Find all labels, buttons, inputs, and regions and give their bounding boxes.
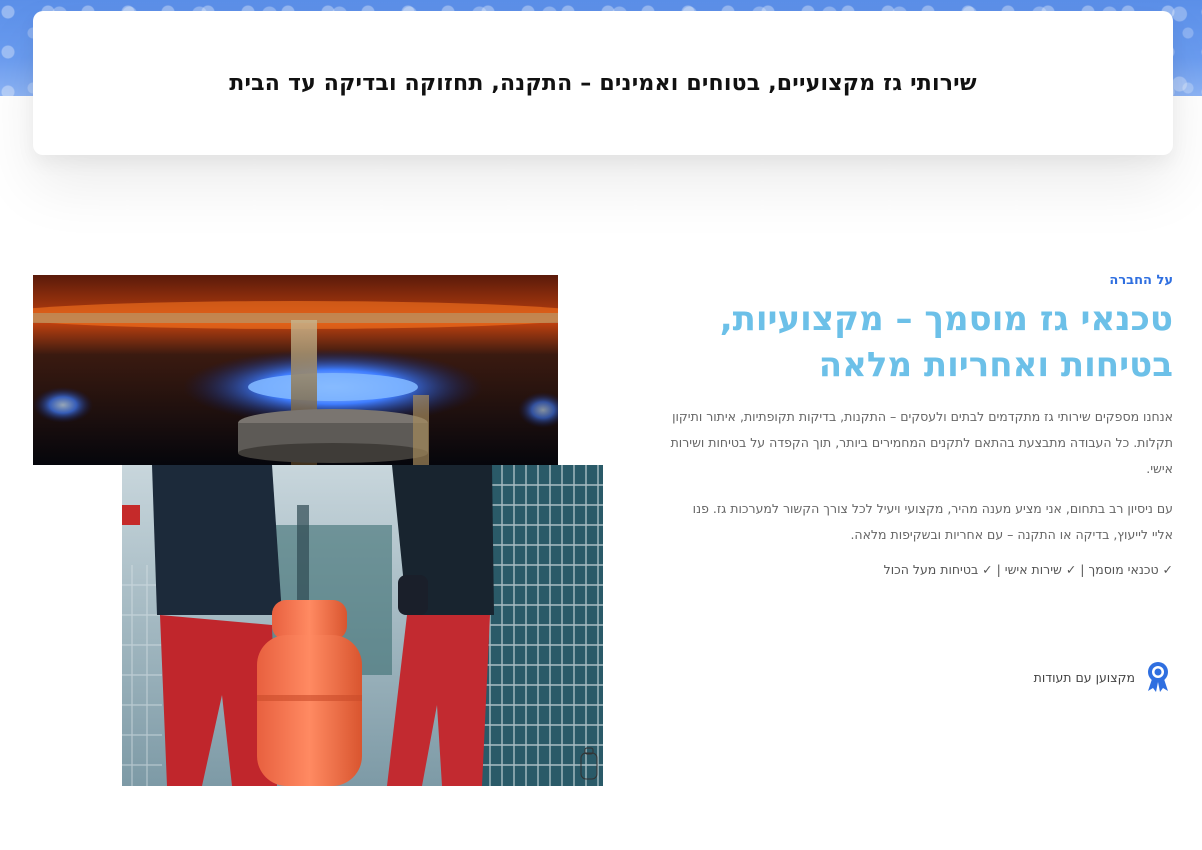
features-line: ✓ טכנאי מוסמך | ✓ שירות אישי | ✓ בטיחות … [883, 562, 1173, 577]
about-paragraph-1: אנחנו מספקים שירותי גז מתקדמים לבתים ולע… [670, 409, 1173, 476]
certified-badge: מקצוען עם תעודות [1034, 660, 1173, 694]
award-ribbon-icon [1148, 662, 1168, 692]
about-heading-line-1: טכנאי גז מוסמך – מקצועיות, [719, 299, 1173, 339]
gas-cylinder-workers-illustration [122, 465, 603, 786]
about-section: על החברה טכנאי גז מוסמך – מקצועיות, בטיח… [668, 273, 1173, 577]
about-heading: טכנאי גז מוסמך – מקצועיות, בטיחות ואחריו… [668, 296, 1173, 388]
gas-burner-photo [33, 275, 558, 465]
gas-burner-flame-illustration [33, 275, 558, 465]
gas-cylinder-workers-photo [122, 465, 603, 786]
certified-badge-label: מקצוען עם תעודות [1033, 669, 1135, 685]
page: שירותי גז מקצועיים, בטוחים ואמינים – התק… [0, 0, 1202, 850]
about-paragraph-2: עם ניסיון רב בתחום, אני מציע מענה מהיר, … [692, 501, 1173, 542]
hero-card: שירותי גז מקצועיים, בטוחים ואמינים – התק… [33, 11, 1173, 155]
hero-title: שירותי גז מקצועיים, בטוחים ואמינים – התק… [229, 70, 977, 96]
about-eyebrow: על החברה [1109, 273, 1173, 288]
about-heading-line-2: בטיחות ואחריות מלאה [818, 345, 1173, 385]
